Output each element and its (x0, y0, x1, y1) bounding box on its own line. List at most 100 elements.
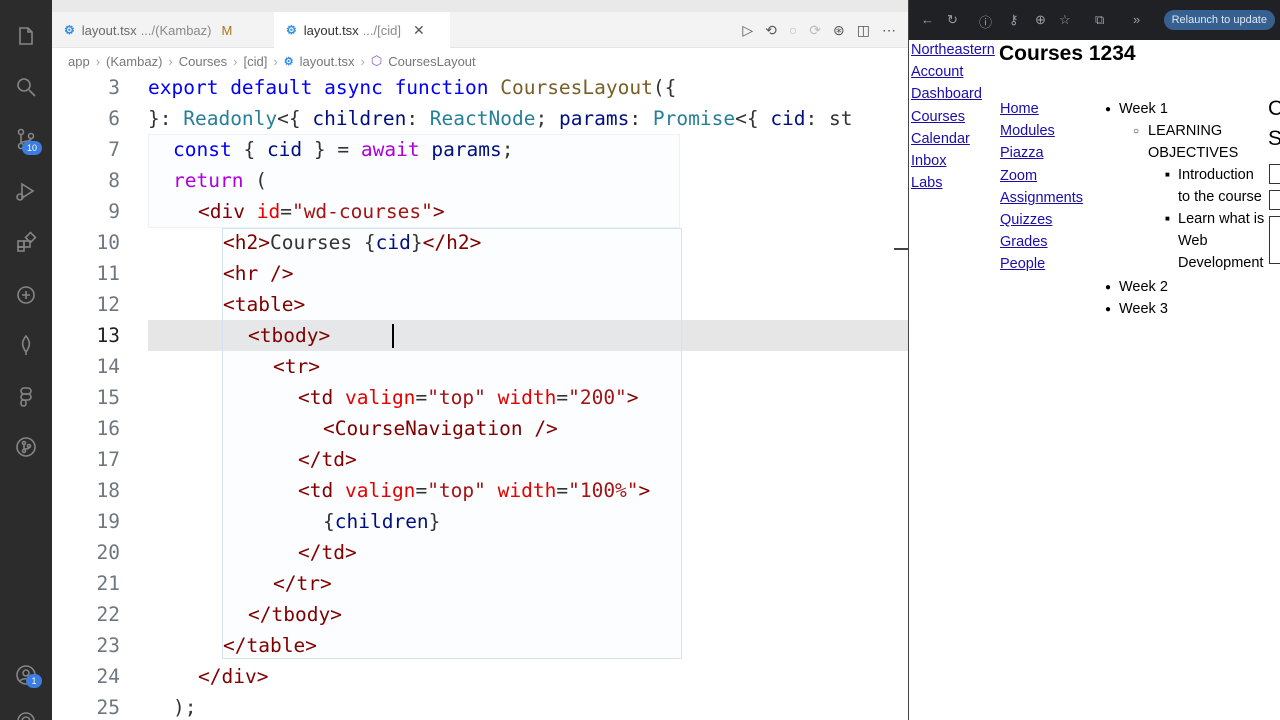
chevron-right-icon: › (233, 53, 238, 69)
reload-icon[interactable]: ↻ (947, 12, 958, 28)
code-line[interactable]: 9 <div id="wd-courses"> (52, 196, 908, 227)
code-token: id (256, 200, 281, 223)
settings-gear-icon[interactable] (13, 708, 39, 720)
relaunch-button[interactable]: Relaunch to update (1163, 10, 1275, 30)
tsx-file-icon: ⚙ (64, 23, 75, 37)
clipped-input-box[interactable] (1269, 164, 1280, 184)
breadcrumb-item[interactable]: app (68, 54, 90, 69)
code-line[interactable]: 10 <h2>Courses {cid}</h2> (52, 227, 908, 258)
split-editor-icon[interactable]: ◫ (857, 22, 870, 39)
chevron-right-icon: › (360, 53, 365, 69)
breadcrumb-item[interactable]: Courses (179, 54, 227, 69)
list-item: Introduction (1178, 167, 1254, 183)
code-line[interactable]: 17 </td> (52, 444, 908, 475)
code-token: <tr> (273, 355, 320, 378)
code-line[interactable]: 24 </div> (52, 661, 908, 692)
code-line[interactable]: 8 return ( (52, 165, 908, 196)
tab-layout-kambaz[interactable]: ⚙ layout.tsx .../(Kambaz) M (52, 12, 262, 48)
more-actions-icon[interactable]: ⋯ (882, 22, 896, 39)
course-nav-link[interactable]: Quizzes (1000, 209, 1052, 231)
code-text: </td> (298, 444, 357, 475)
code-line[interactable]: 3 export default async function CoursesLa… (52, 72, 908, 103)
breadcrumb-item[interactable]: CoursesLayout (388, 54, 475, 69)
course-nav-link[interactable]: Modules (1000, 120, 1055, 142)
code-line[interactable]: 7 const { cid } = await params; (52, 134, 908, 165)
back-icon[interactable]: ← (921, 12, 934, 27)
kambaz-nav-link[interactable]: Northeastern (911, 39, 995, 61)
zoom-icon[interactable]: ⊕ (1035, 12, 1046, 28)
code-line[interactable]: 25); (52, 692, 908, 720)
course-nav-link[interactable]: Assignments (1000, 187, 1083, 209)
clipped-input-box[interactable] (1269, 190, 1280, 210)
extensions-icon[interactable] (13, 230, 39, 256)
circle-icon[interactable]: ○ (789, 22, 797, 38)
code-line[interactable]: 23 </table> (52, 630, 908, 661)
code-text: <table> (223, 289, 305, 320)
run-debug-icon[interactable] (13, 178, 39, 204)
code-line[interactable]: 20 </td> (52, 537, 908, 568)
list-item: Week 1 (1119, 101, 1168, 117)
code-line[interactable]: 12 <table> (52, 289, 908, 320)
browser-toolbar: ← ↻ ⓘ ⚷ ⊕ ☆ ⧉ » Relaunch to update (909, 0, 1280, 40)
run-icon[interactable]: ▷ (742, 22, 753, 39)
bullet-square-icon: ■ (1165, 214, 1170, 223)
code-line[interactable]: 13 <tbody> (52, 320, 908, 351)
code-line[interactable]: 14 <tr> (52, 351, 908, 382)
forward-icon[interactable]: ⟳ (809, 22, 821, 39)
chevron-right-icon: › (168, 53, 173, 69)
explorer-icon[interactable] (13, 24, 39, 50)
breadcrumb-item[interactable]: [cid] (244, 54, 268, 69)
more-chevron-icon[interactable]: » (1133, 12, 1140, 27)
tab-path: .../(Kambaz) (140, 22, 212, 38)
password-key-icon[interactable]: ⚷ (1009, 12, 1019, 28)
go-back-icon[interactable]: ⟲ (765, 22, 777, 39)
kambaz-nav-link[interactable]: Dashboard (911, 83, 982, 105)
scm-badge: 10 (22, 141, 42, 155)
breadcrumb-item[interactable]: layout.tsx (300, 54, 355, 69)
code-token: default (218, 76, 325, 99)
code-line[interactable]: 15 <td valign="top" width="200"> (52, 382, 908, 413)
kambaz-nav-link[interactable]: Account (911, 61, 963, 83)
course-nav-link[interactable]: Zoom (1000, 165, 1037, 187)
course-nav-link[interactable]: People (1000, 253, 1045, 275)
editor-actions: ▷ ⟲ ○ ⟳ ⊛ ◫ ⋯ (742, 12, 896, 48)
chevron-right-icon: › (95, 53, 101, 69)
code-line[interactable]: 16 <CourseNavigation /> (52, 413, 908, 444)
site-info-icon[interactable]: ⓘ (979, 12, 992, 31)
close-icon[interactable]: ✕ (413, 22, 425, 39)
kambaz-nav-link[interactable]: Calendar (911, 128, 970, 150)
code-line[interactable]: 22 </tbody> (52, 599, 908, 630)
breadcrumb-item[interactable]: (Kambaz) (106, 54, 162, 69)
course-nav-link[interactable]: Grades (1000, 231, 1048, 253)
code-token: = (556, 479, 569, 502)
course-nav-link[interactable]: Home (1000, 98, 1039, 120)
code-token: valign (344, 386, 416, 409)
remote-explorer-icon[interactable] (13, 282, 39, 308)
code-line[interactable]: 18 <td valign="top" width="100%"> (52, 475, 908, 506)
bookmark-star-icon[interactable]: ☆ (1059, 12, 1071, 28)
kambaz-nav-link[interactable]: Courses (911, 106, 965, 128)
course-nav-link[interactable]: Piazza (1000, 142, 1044, 164)
code-line[interactable]: 6}: Readonly<{ children: ReactNode; para… (52, 103, 908, 134)
kambaz-nav-link[interactable]: Labs (911, 172, 942, 194)
search-icon[interactable] (13, 74, 39, 100)
code-line[interactable]: 21 </tr> (52, 568, 908, 599)
editor-tab-bar: ⚙ layout.tsx .../(Kambaz) M ⚙ layout.tsx… (52, 12, 908, 48)
code-line[interactable]: 11 <hr /> (52, 258, 908, 289)
code-line[interactable]: 19 {children} (52, 506, 908, 537)
tab-layout-cid[interactable]: ⚙ layout.tsx .../[cid] ✕ (274, 12, 450, 48)
figma-icon[interactable] (13, 384, 39, 410)
git-graph-icon[interactable] (13, 434, 39, 460)
git-compare-icon[interactable]: ⊛ (833, 22, 845, 39)
line-number: 3 (108, 76, 120, 99)
extensions-puzzle-icon[interactable]: ⧉ (1095, 12, 1104, 28)
code-text: </table> (223, 630, 317, 661)
kambaz-nav-link[interactable]: Inbox (911, 150, 946, 172)
tab-modified-flag: M (221, 22, 233, 38)
code-token: } = (302, 138, 361, 161)
tab-path: .../[cid] (362, 22, 401, 38)
code-text: export default async function CoursesLay… (148, 72, 676, 103)
mongodb-leaf-icon[interactable] (13, 332, 39, 358)
code-token: > (432, 200, 445, 223)
clipped-input-box[interactable] (1269, 216, 1280, 264)
